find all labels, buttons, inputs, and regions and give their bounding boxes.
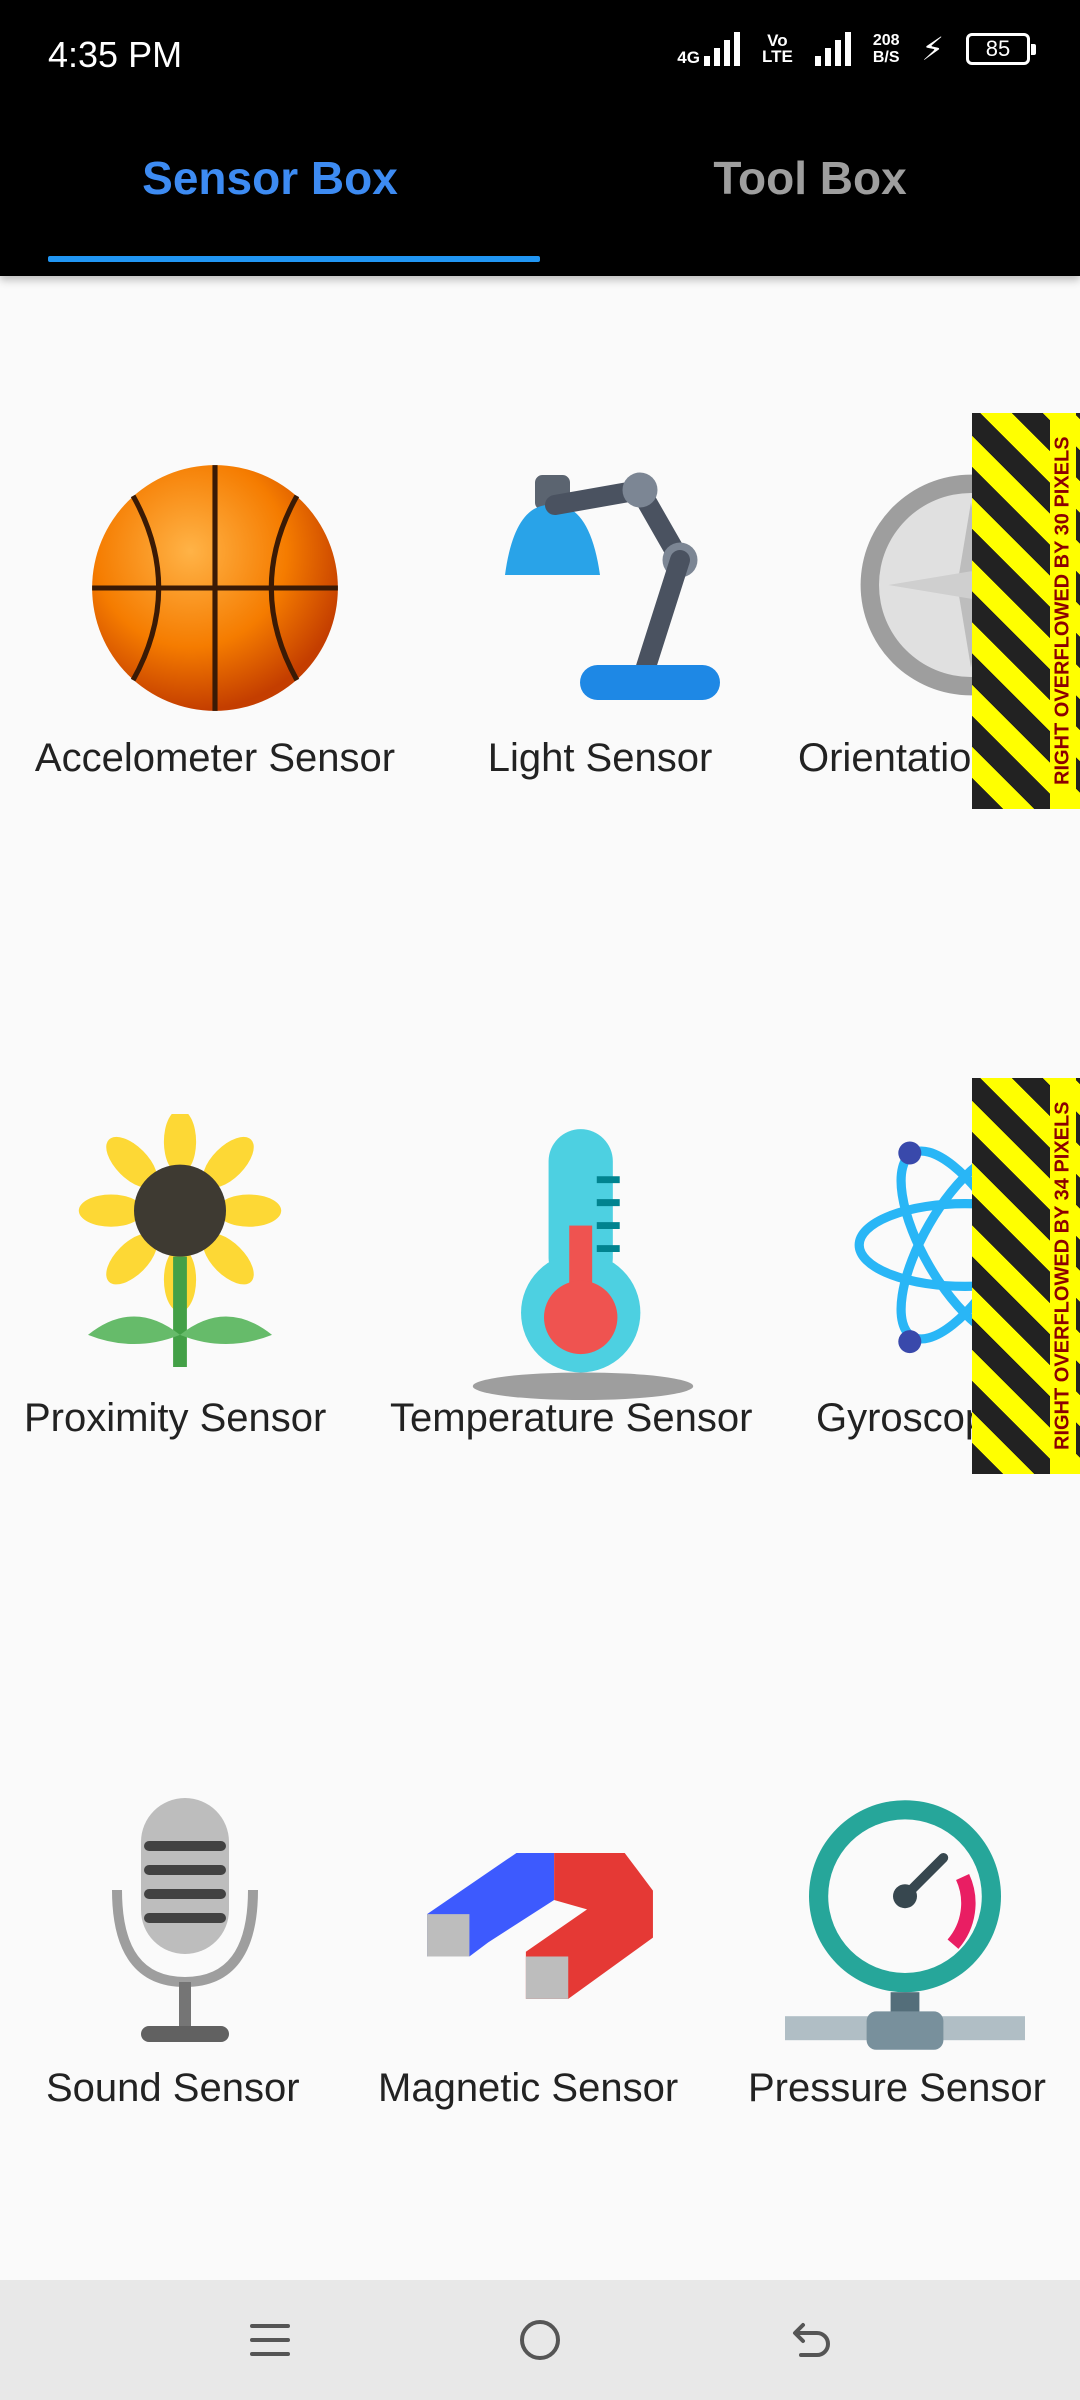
menu-icon — [250, 2324, 290, 2356]
sensor-label: Accelometer Sensor — [34, 736, 396, 780]
charging-icon: ⚡ — [921, 31, 944, 67]
overflow-warning-2: RIGHT OVERFLOWED BY 34 PIXELS — [972, 1078, 1080, 1474]
tab-sensor-box[interactable]: Sensor Box — [0, 110, 540, 276]
sensor-item-magnetic[interactable]: Magnetic Sensor — [370, 1770, 710, 2130]
tab-bar: Sensor Box Tool Box — [0, 110, 1080, 276]
navigation-bar — [0, 2280, 1080, 2400]
back-icon — [793, 2323, 830, 2357]
basketball-icon — [92, 465, 338, 711]
sensor-item-temperature[interactable]: Temperature Sensor — [380, 1100, 780, 1460]
home-button[interactable] — [500, 2306, 580, 2374]
sunflower-icon — [78, 1114, 282, 1368]
home-icon — [520, 2320, 560, 2360]
thermometer-icon — [472, 1129, 694, 1400]
sensor-item-pressure[interactable]: Pressure Sensor — [740, 1770, 1070, 2130]
magnet-icon — [427, 1852, 653, 1999]
volte-icon: Vo LTE — [761, 31, 793, 66]
battery-icon: 85 — [966, 33, 1036, 65]
sensor-label: Proximity Sensor — [24, 1396, 327, 1440]
sensor-item-sound[interactable]: Sound Sensor — [20, 1770, 350, 2130]
tab-indicator — [48, 256, 540, 262]
sensor-label: Sound Sensor — [46, 2066, 300, 2110]
overflow-warning-1: RIGHT OVERFLOWED BY 30 PIXELS — [972, 413, 1080, 809]
sensor-item-proximity[interactable]: Proximity Sensor — [20, 1100, 350, 1460]
microphone-icon — [112, 1798, 258, 2042]
sensor-label: Light Sensor — [487, 736, 713, 780]
cell-signal-1-icon: 4G — [677, 32, 740, 66]
status-bar: 4:35 PM 4G Vo LTE 208 B/S ⚡ 85 — [0, 0, 1080, 110]
pressure-gauge-icon — [785, 1800, 1025, 2050]
back-button[interactable] — [770, 2306, 850, 2374]
battery-level: 85 — [985, 36, 1011, 61]
desk-lamp-icon — [505, 472, 720, 700]
network-type-label: 4G — [677, 48, 700, 67]
sensor-label: Temperature Sensor — [390, 1396, 753, 1440]
status-time: 4:35 PM — [48, 34, 183, 75]
tab-tool-box[interactable]: Tool Box — [540, 110, 1080, 276]
menu-button[interactable] — [230, 2306, 310, 2374]
sensor-label: Pressure Sensor — [748, 2066, 1046, 2110]
sensor-item-accelometer[interactable]: Accelometer Sensor — [20, 440, 410, 800]
network-speed: 208 B/S — [872, 32, 900, 66]
status-icons: 4G Vo LTE 208 B/S ⚡ 85 — [677, 30, 1036, 68]
sensor-item-light[interactable]: Light Sensor — [420, 440, 780, 800]
cell-signal-2-icon — [814, 32, 851, 66]
sensor-label: Magnetic Sensor — [378, 2066, 679, 2110]
